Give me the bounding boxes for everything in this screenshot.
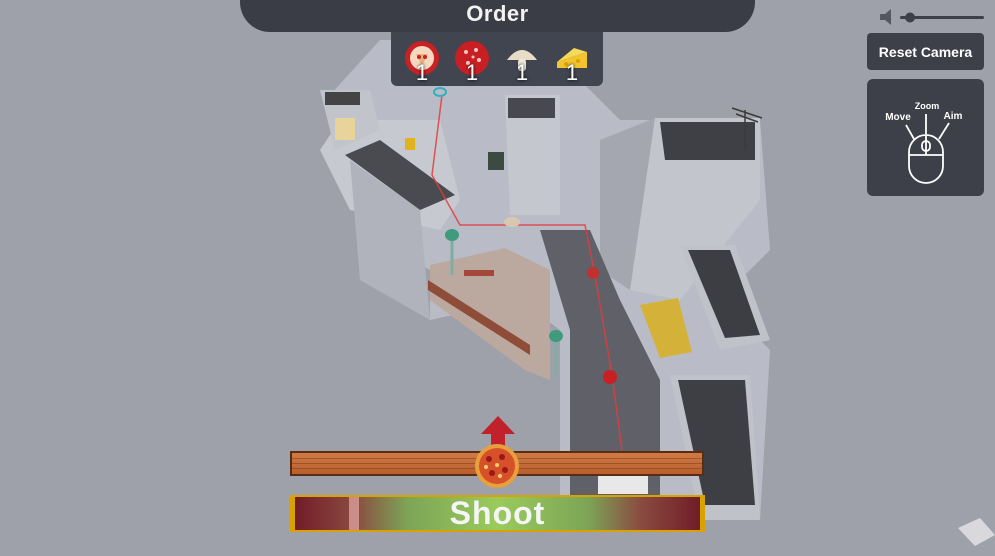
mouse-icon [905,114,950,184]
order-banner: Order [240,0,755,32]
pizza-icon[interactable] [474,443,520,489]
order-item-cheese: 1 [552,34,592,84]
move-label: Move [885,112,911,123]
controls-help-panel: Zoom Move Aim [867,79,984,196]
order-item-count: 1 [415,60,429,85]
order-item-count: 1 [515,60,529,85]
zoom-label: Zoom [915,101,940,111]
order-item-mushroom: 1 [502,34,542,84]
order-panel: 1 1 1 1 [391,32,603,86]
order-item-count: 1 [565,60,579,85]
reset-camera-button[interactable]: Reset Camera [867,33,984,70]
order-item-count: 1 [465,60,479,85]
shoot-button[interactable]: Shoot [290,495,705,532]
speaker-icon [880,9,984,25]
order-title: Order [466,1,529,26]
aim-label: Aim [944,111,963,122]
shoot-label: Shoot [449,495,546,531]
order-item-pepperoni: 1 [452,34,492,84]
power-cursor [348,497,359,530]
volume-control[interactable] [878,6,986,28]
order-item-pizza: 1 [402,34,442,84]
